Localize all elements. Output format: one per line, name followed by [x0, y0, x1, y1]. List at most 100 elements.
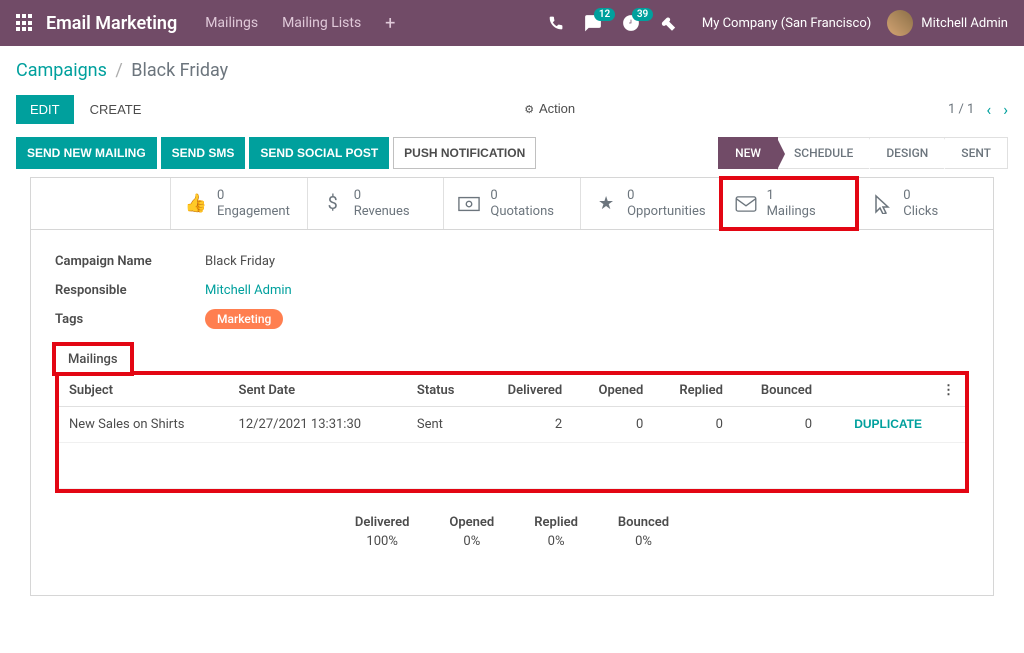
stat-buttons: 👍 0Engagement $ 0Revenues 0Quotations ★ … [31, 178, 993, 230]
stage-bar: NEW SCHEDULE DESIGN SENT [718, 137, 1008, 169]
stat-engagement-num: 0 [217, 188, 290, 204]
stat-quotations-num: 0 [490, 188, 554, 204]
summary-replied-value: 0% [534, 534, 578, 549]
control-panel: Campaigns / Black Friday EDIT CREATE ⚙ A… [0, 46, 1024, 127]
user-name: Mitchell Admin [921, 16, 1008, 31]
stat-quotations[interactable]: 0Quotations [444, 178, 581, 229]
company-selector[interactable]: My Company (San Francisco) [702, 16, 871, 31]
stat-revenues[interactable]: $ 0Revenues [308, 178, 445, 229]
stage-schedule[interactable]: SCHEDULE [778, 137, 870, 169]
summary-opened: Opened 0% [449, 515, 494, 549]
action-dropdown[interactable]: ⚙ Action [524, 101, 575, 116]
phone-icon[interactable] [548, 15, 564, 31]
nav-mailing-lists[interactable]: Mailing Lists [282, 15, 361, 31]
action-label: Action [539, 101, 575, 116]
table-row[interactable]: New Sales on Shirts 12/27/2021 13:31:30 … [59, 407, 965, 443]
stat-revenues-label: Revenues [354, 204, 410, 220]
breadcrumb-current: Black Friday [131, 60, 228, 81]
cell-bounced: 0 [733, 407, 822, 443]
breadcrumb-sep: / [115, 60, 122, 81]
tools-icon[interactable] [660, 15, 676, 31]
cell-replied: 0 [653, 407, 733, 443]
summary-row: Delivered 100% Opened 0% Replied 0% Boun… [55, 493, 969, 579]
stage-new[interactable]: NEW [718, 137, 778, 169]
breadcrumb-root[interactable]: Campaigns [16, 60, 107, 81]
dollar-icon: $ [322, 193, 344, 214]
push-notification-button[interactable]: PUSH NOTIFICATION [393, 137, 536, 169]
summary-bounced: Bounced 0% [618, 515, 669, 549]
col-delivered[interactable]: Delivered [479, 375, 572, 407]
stat-quotations-label: Quotations [490, 204, 554, 220]
stat-opportunities-label: Opportunities [627, 204, 705, 220]
stat-clicks[interactable]: 0Clicks [857, 178, 993, 229]
col-status[interactable]: Status [407, 375, 479, 407]
summary-replied-label: Replied [534, 515, 578, 530]
col-bounced[interactable]: Bounced [733, 375, 822, 407]
stat-clicks-label: Clicks [903, 204, 938, 220]
tags-label: Tags [55, 312, 205, 327]
duplicate-button[interactable]: DUPLICATE [854, 417, 922, 431]
stat-blank [31, 178, 171, 229]
summary-opened-value: 0% [449, 534, 494, 549]
stage-schedule-label: SCHEDULE [794, 146, 853, 160]
responsible-value[interactable]: Mitchell Admin [205, 283, 292, 298]
topbar: Email Marketing Mailings Mailing Lists +… [0, 0, 1024, 46]
responsible-label: Responsible [55, 283, 205, 298]
summary-opened-label: Opened [449, 515, 494, 530]
apps-icon[interactable] [16, 14, 34, 32]
cursor-icon [871, 194, 893, 214]
stat-clicks-num: 0 [903, 188, 938, 204]
col-opened[interactable]: Opened [572, 375, 653, 407]
cell-subject: New Sales on Shirts [59, 407, 229, 443]
activity-badge: 39 [632, 8, 653, 21]
stat-opportunities[interactable]: ★ 0Opportunities [581, 178, 720, 229]
stat-engagement-label: Engagement [217, 204, 290, 220]
campaign-name-label: Campaign Name [55, 254, 205, 269]
gear-icon: ⚙ [524, 104, 534, 116]
avatar [887, 10, 913, 36]
new-menu-icon[interactable]: + [385, 13, 395, 34]
money-icon [458, 196, 480, 212]
form-body: Campaign Name Black Friday Responsible M… [31, 230, 993, 595]
header-actions: SEND NEW MAILING SEND SMS SEND SOCIAL PO… [0, 137, 1024, 169]
create-button[interactable]: CREATE [80, 95, 152, 124]
col-subject[interactable]: Subject [59, 375, 229, 407]
user-menu[interactable]: Mitchell Admin [887, 10, 1008, 36]
stat-opportunities-num: 0 [627, 188, 705, 204]
chat-badge: 12 [594, 8, 615, 21]
summary-bounced-value: 0% [618, 534, 669, 549]
tag-marketing[interactable]: Marketing [205, 309, 283, 329]
send-new-mailing-button[interactable]: SEND NEW MAILING [16, 137, 157, 169]
pager: 1 / 1 ‹ › [948, 100, 1008, 119]
col-replied[interactable]: Replied [653, 375, 733, 407]
summary-replied: Replied 0% [534, 515, 578, 549]
stat-revenues-num: 0 [354, 188, 410, 204]
stage-sent-label: SENT [961, 146, 991, 160]
edit-button[interactable]: EDIT [16, 95, 74, 124]
campaign-name-value: Black Friday [205, 254, 275, 269]
send-sms-button[interactable]: SEND SMS [161, 137, 246, 169]
summary-delivered: Delivered 100% [355, 515, 410, 549]
pager-next-icon[interactable]: › [1003, 100, 1008, 119]
send-social-post-button[interactable]: SEND SOCIAL POST [249, 137, 389, 169]
stage-design-label: DESIGN [886, 146, 928, 160]
cell-opened: 0 [572, 407, 653, 443]
stat-engagement[interactable]: 👍 0Engagement [171, 178, 308, 229]
app-title: Email Marketing [46, 13, 177, 34]
stage-sent[interactable]: SENT [945, 137, 1008, 169]
grid-options-icon[interactable]: ⋮ [932, 375, 965, 407]
pager-prev-icon[interactable]: ‹ [986, 100, 991, 119]
thumbs-up-icon: 👍 [185, 193, 207, 214]
stat-mailings-label: Mailings [767, 204, 816, 220]
stat-mailings[interactable]: 1Mailings [721, 178, 858, 229]
nav-mailings[interactable]: Mailings [205, 15, 258, 31]
col-sent-date[interactable]: Sent Date [229, 375, 407, 407]
stage-design[interactable]: DESIGN [870, 137, 945, 169]
form-sheet: 👍 0Engagement $ 0Revenues 0Quotations ★ … [30, 177, 994, 596]
tab-bar: Mailings [55, 345, 969, 373]
chat-icon[interactable]: 12 [584, 14, 602, 32]
stage-new-label: NEW [735, 146, 761, 160]
tab-mailings[interactable]: Mailings [55, 345, 131, 373]
mailings-grid: Subject Sent Date Status Delivered Opene… [55, 371, 969, 493]
activity-icon[interactable]: 39 [622, 14, 640, 32]
